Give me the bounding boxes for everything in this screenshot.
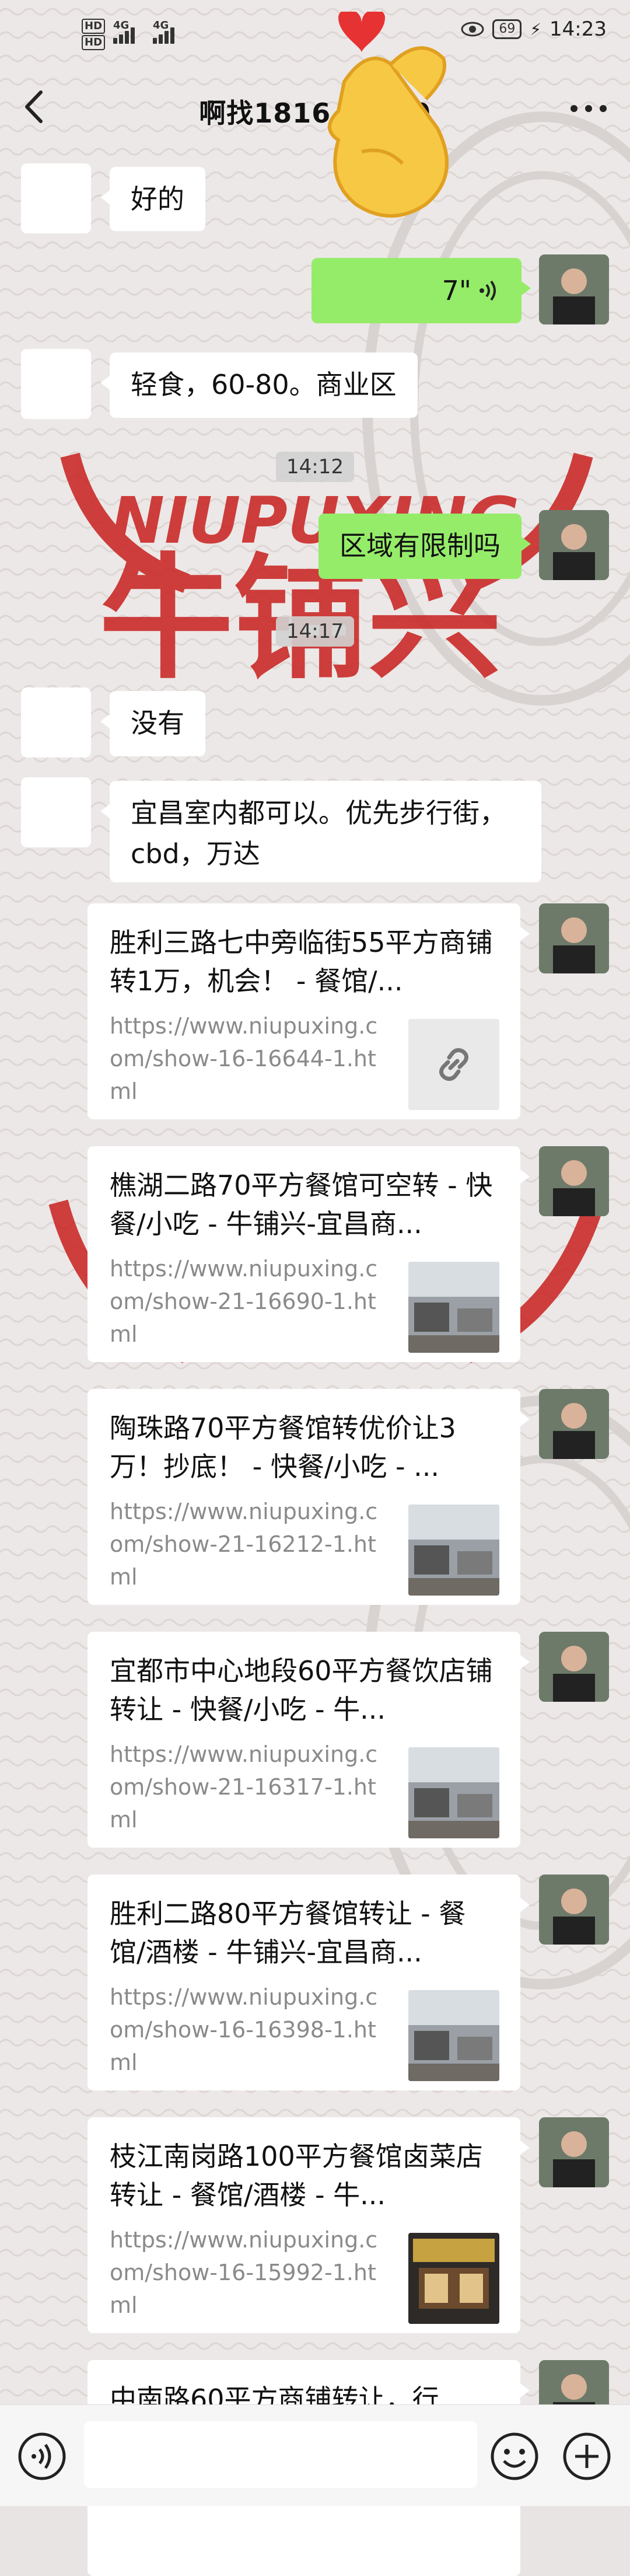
voice-mode-icon[interactable] xyxy=(16,2431,68,2482)
link-card[interactable]: 樵湖二路70平方餐馆可空转 - 快餐/小吃 - 牛铺兴-宜昌商... https:… xyxy=(88,1146,530,1362)
restaurant-thumbnail xyxy=(408,1990,499,2081)
link-card-url: https://www.niupuxing.com/show-21-16690-… xyxy=(110,1256,378,1347)
voice-wave-icon xyxy=(480,280,496,301)
link-card[interactable]: 胜利二路80平方餐馆转让 - 餐馆/酒楼 - 牛铺兴-宜昌商... https:/… xyxy=(88,1875,530,2090)
link-card[interactable]: 陶珠路70平方餐馆转优价让3万！抄底！ - 快餐/小吃 - ... https:/… xyxy=(88,1389,530,1605)
my-avatar[interactable] xyxy=(539,510,609,580)
my-avatar[interactable] xyxy=(539,2117,609,2187)
hd-badge-2: HD xyxy=(82,35,106,50)
restaurant-thumbnail xyxy=(408,1747,499,1838)
emoji-icon[interactable] xyxy=(489,2431,540,2482)
signal-icon-1: 4G xyxy=(113,19,145,45)
message-input[interactable] xyxy=(84,2421,477,2488)
restaurant-thumbnail xyxy=(408,1262,499,1353)
message-bubble[interactable]: 轻食，60-80。商业区 xyxy=(100,352,418,418)
message-bubble[interactable]: 没有 xyxy=(100,691,205,756)
link-card-title: 宜都市中心地段60平方餐饮店铺转让 - 快餐/小吃 - 牛... xyxy=(110,1655,493,1725)
link-card-title: 陶珠路70平方餐馆转优价让3万！抄底！ - 快餐/小吃 - ... xyxy=(110,1412,456,1482)
plus-icon[interactable] xyxy=(561,2431,612,2482)
link-card[interactable]: 宜都市中心地段60平方餐饮店铺转让 - 快餐/小吃 - 牛... https://… xyxy=(88,1632,530,1848)
clock: 14:23 xyxy=(550,18,607,41)
link-icon xyxy=(408,1019,499,1110)
message-bubble[interactable]: 好的 xyxy=(100,167,205,231)
heart-hand-sticker xyxy=(328,12,449,218)
hd-badge-1: HD xyxy=(82,19,106,34)
signal-icon-2: 4G xyxy=(153,19,184,45)
link-card-title: 樵湖二路70平方餐馆可空转 - 快餐/小吃 - 牛铺兴-宜昌商... xyxy=(110,1170,493,1240)
signal-group: HD HD 4G 4G xyxy=(82,19,184,50)
my-avatar[interactable] xyxy=(539,1389,609,1459)
timestamp: 14:17 xyxy=(0,616,630,647)
battery-icon: 69 xyxy=(492,19,522,39)
input-bar xyxy=(0,2404,630,2506)
contact-avatar[interactable] xyxy=(21,163,91,233)
link-card-title: 枝江南岗路100平方餐馆卤菜店转让 - 餐馆/酒楼 - 牛... xyxy=(110,2141,483,2211)
my-avatar[interactable] xyxy=(539,254,609,324)
message-bubble[interactable]: 宜昌室内都可以。优先步行街，cbd，万达 xyxy=(100,781,541,882)
contact-avatar[interactable] xyxy=(21,349,91,419)
link-card-url: https://www.niupuxing.com/show-21-16212-… xyxy=(110,1499,378,1590)
restaurant-thumbnail xyxy=(408,1505,499,1596)
more-options-icon[interactable] xyxy=(568,103,609,114)
status-right: 69 ⚡ 14:23 xyxy=(461,18,607,41)
message-bubble[interactable]: 区域有限制吗 xyxy=(318,514,531,579)
my-avatar[interactable] xyxy=(539,1632,609,1702)
timestamp: 14:12 xyxy=(0,452,630,482)
shopfront-thumbnail xyxy=(408,2233,499,2324)
voice-message-bubble[interactable]: 7" xyxy=(312,258,531,323)
link-card-url: https://www.niupuxing.com/show-16-16644-… xyxy=(110,1013,378,1104)
eye-icon xyxy=(461,22,484,37)
link-card-url: https://www.niupuxing.com/show-21-16317-… xyxy=(110,1741,378,1832)
charging-icon: ⚡ xyxy=(530,19,542,39)
link-card-url: https://www.niupuxing.com/show-16-16398-… xyxy=(110,1984,378,2075)
link-card-url: https://www.niupuxing.com/show-16-15992-… xyxy=(110,2227,378,2318)
link-card-title: 胜利三路七中旁临街55平方商铺转1万，机会！ - 餐馆/... xyxy=(110,927,493,997)
link-card[interactable]: 枝江南岗路100平方餐馆卤菜店转让 - 餐馆/酒楼 - 牛... https://… xyxy=(88,2117,530,2333)
contact-avatar[interactable] xyxy=(21,687,91,758)
my-avatar[interactable] xyxy=(539,1146,609,1216)
link-card-title: 胜利二路80平方餐馆转让 - 餐馆/酒楼 - 牛铺兴-宜昌商... xyxy=(110,1898,466,1968)
link-card[interactable]: 胜利三路七中旁临街55平方商铺转1万，机会！ - 餐馆/... https://w… xyxy=(88,903,530,1119)
my-avatar[interactable] xyxy=(539,1875,609,1945)
my-avatar[interactable] xyxy=(539,903,609,973)
contact-avatar[interactable] xyxy=(21,777,91,847)
